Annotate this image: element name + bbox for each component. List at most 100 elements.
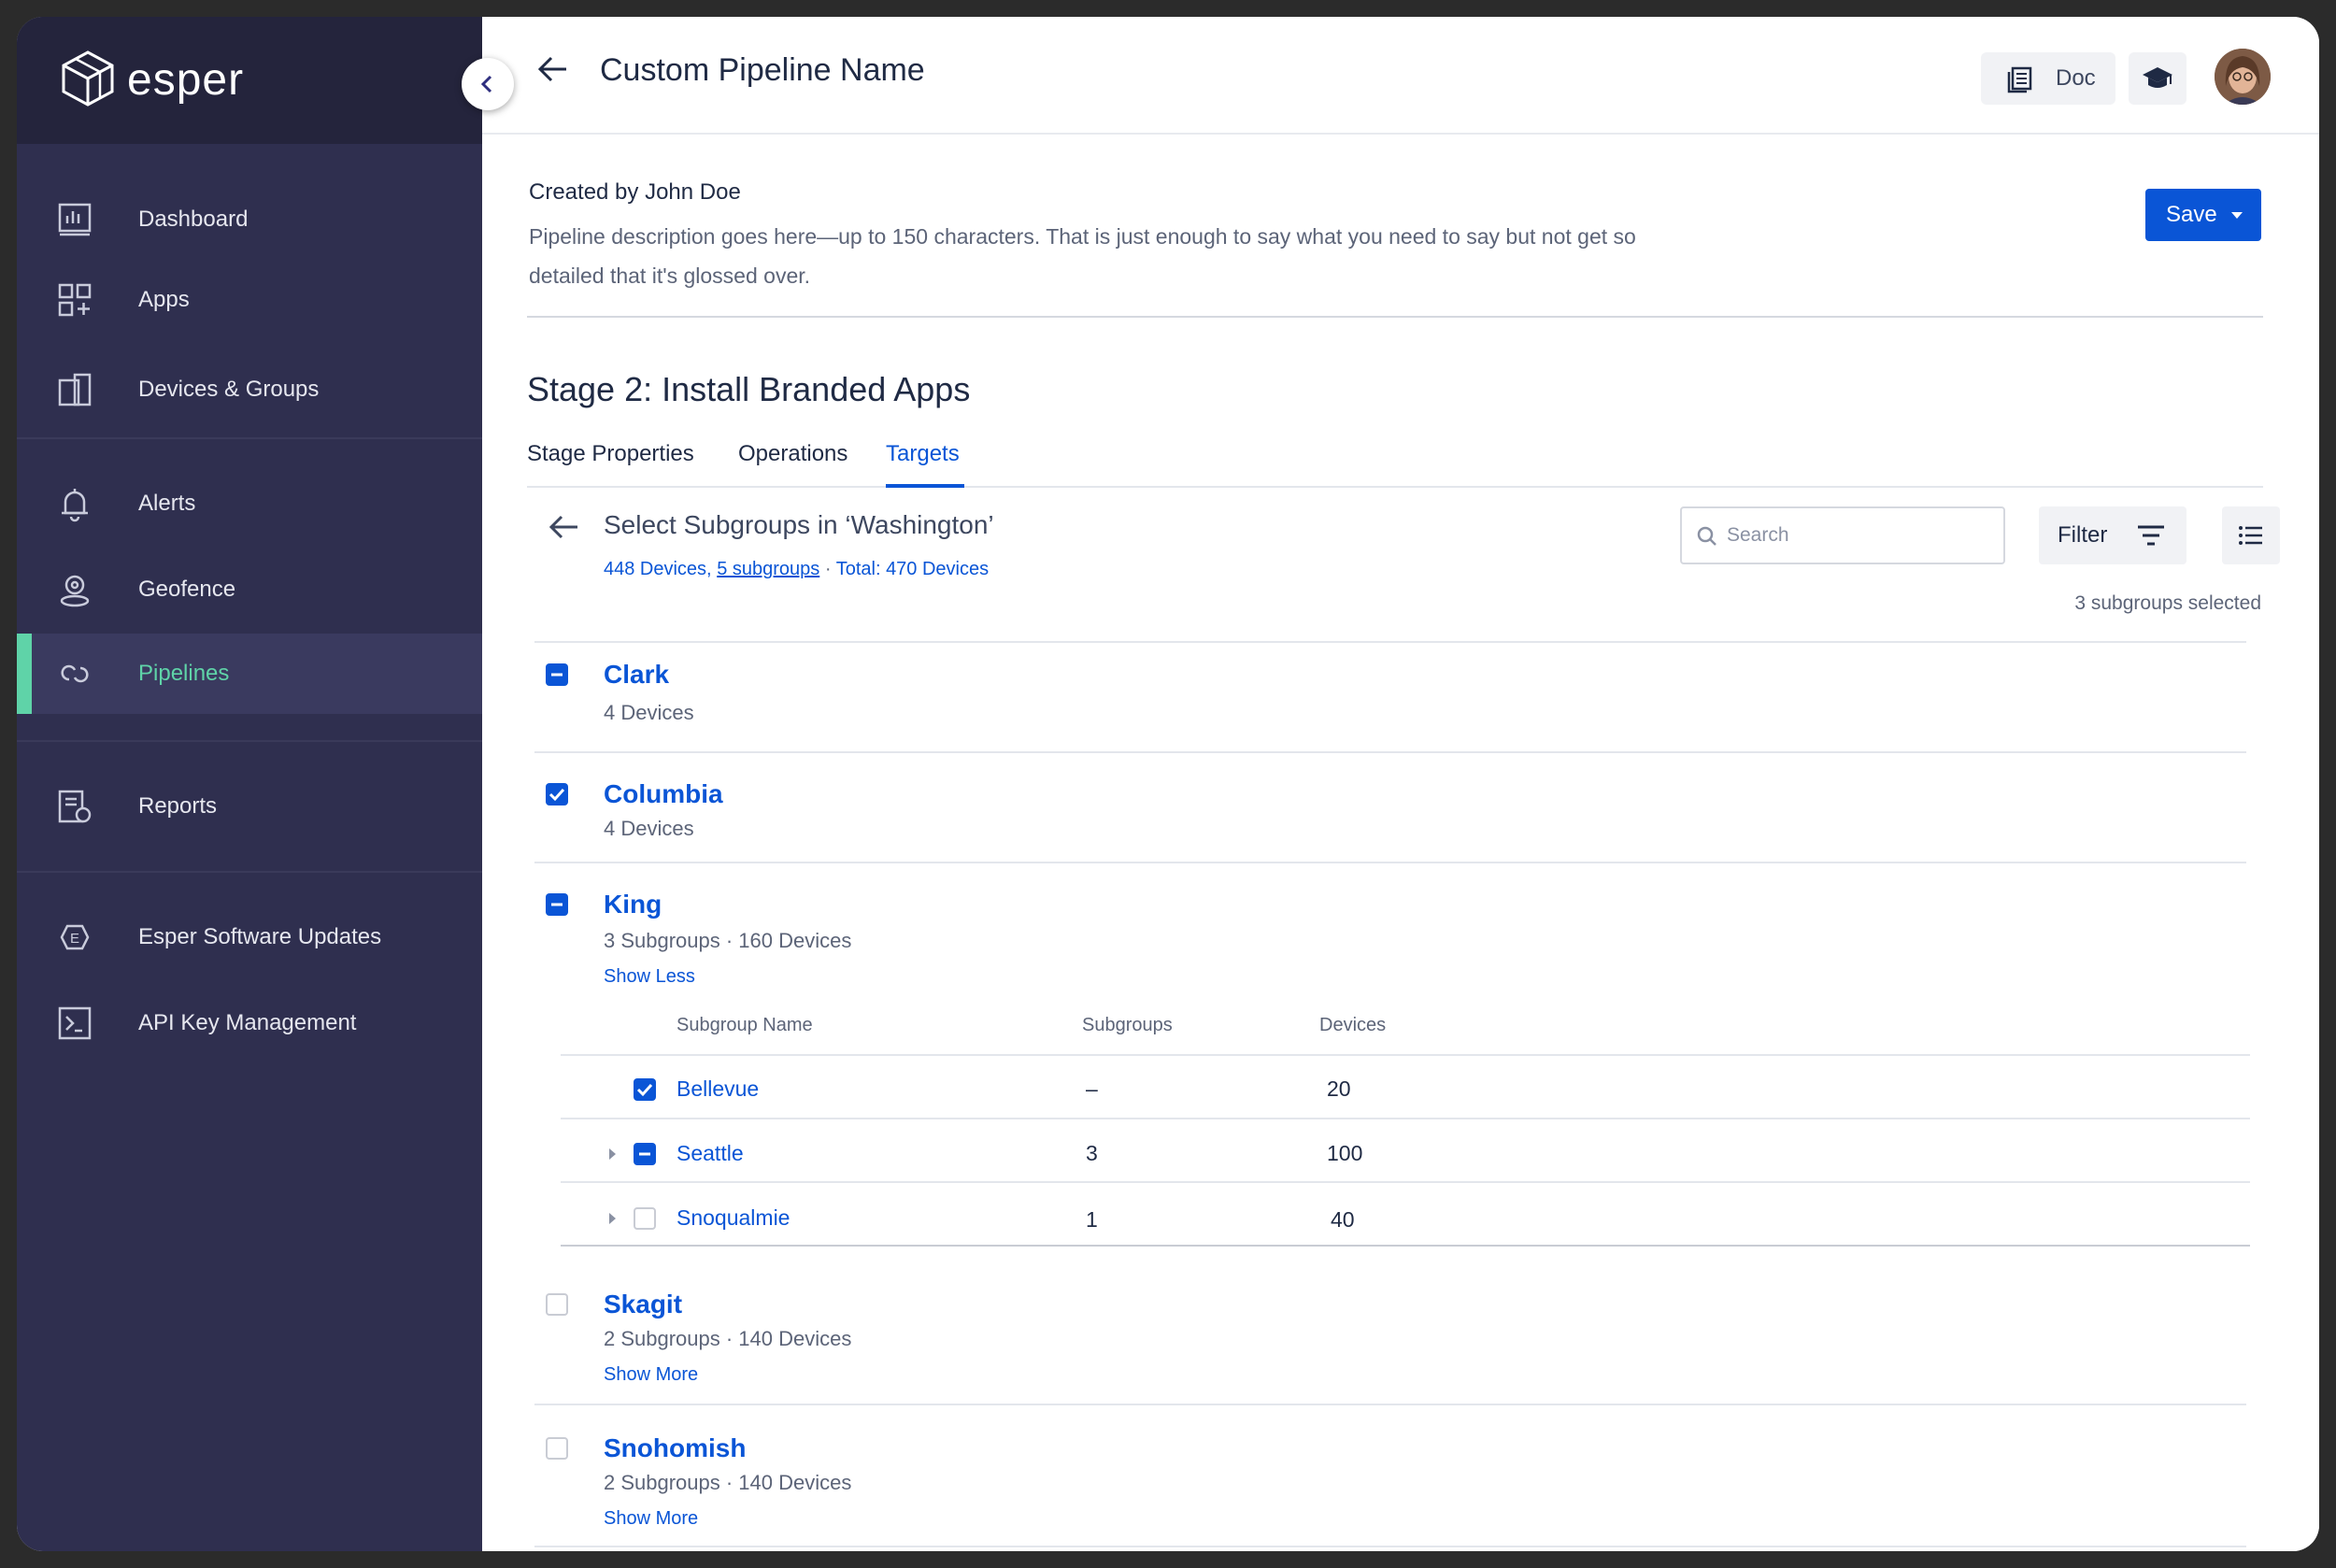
user-avatar[interactable] bbox=[2215, 49, 2271, 105]
row-divider bbox=[534, 751, 2246, 753]
software-updates-icon: E bbox=[60, 924, 90, 950]
sidebar-item-label: Alerts bbox=[138, 491, 196, 516]
group-checkbox-clark[interactable] bbox=[546, 663, 568, 686]
pipeline-description: Pipeline description goes here—up to 150… bbox=[529, 224, 1636, 288]
subgroup-count: 1 bbox=[1086, 1207, 1098, 1232]
show-less-link[interactable]: Show Less bbox=[604, 966, 695, 988]
device-count: 448 Devices, bbox=[604, 559, 712, 579]
subgroup-checkbox-bellevue[interactable] bbox=[634, 1078, 656, 1101]
search-box[interactable] bbox=[1680, 506, 2005, 564]
collapse-sidebar-button[interactable] bbox=[462, 58, 514, 110]
group-meta: 2 Subgroups · 140 Devices bbox=[604, 1327, 852, 1350]
device-count: 100 bbox=[1327, 1141, 1363, 1165]
subgroup-name[interactable]: Snoqualmie bbox=[677, 1205, 790, 1231]
sidebar-item-geofence[interactable]: Geofence bbox=[17, 549, 482, 630]
search-icon bbox=[1697, 526, 1716, 546]
row-divider bbox=[561, 1181, 2250, 1183]
group-meta: 4 Devices bbox=[604, 817, 694, 840]
group-meta: 2 Subgroups · 140 Devices bbox=[604, 1471, 852, 1494]
sidebar-item-reports[interactable]: Reports bbox=[17, 766, 482, 847]
row-divider bbox=[561, 1054, 2250, 1056]
dashboard-icon bbox=[58, 203, 92, 236]
brand-name: esper bbox=[127, 55, 245, 105]
row-divider bbox=[534, 862, 2246, 863]
group-name[interactable]: Clark bbox=[604, 660, 669, 690]
checkmark-icon bbox=[548, 788, 565, 802]
checkmark-icon bbox=[636, 1083, 653, 1097]
active-indicator bbox=[17, 634, 32, 714]
group-name[interactable]: Snohomish bbox=[604, 1433, 746, 1463]
list-view-button[interactable] bbox=[2222, 506, 2280, 564]
created-by: Created by John Doe bbox=[529, 179, 741, 205]
indeterminate-icon bbox=[639, 1152, 650, 1156]
esper-logo-icon bbox=[62, 50, 114, 107]
group-checkbox-skagit[interactable] bbox=[546, 1293, 568, 1316]
sidebar-item-devices-groups[interactable]: Devices & Groups bbox=[17, 349, 482, 430]
doc-button[interactable]: Doc bbox=[1981, 52, 2115, 105]
stage-title: Stage 2: Install Branded Apps bbox=[527, 370, 971, 408]
sidebar: esper Dashboard Apps Devices & Groups Al… bbox=[17, 17, 482, 1551]
subgroups-link[interactable]: 5 subgroups bbox=[717, 559, 819, 579]
group-checkbox-king[interactable] bbox=[546, 893, 568, 916]
main-content: Created by John Doe Pipeline description… bbox=[482, 136, 2319, 1551]
sidebar-item-dashboard[interactable]: Dashboard bbox=[17, 179, 482, 260]
column-header-subgroup-name: Subgroup Name bbox=[677, 1015, 813, 1035]
sidebar-item-label: API Key Management bbox=[138, 1010, 357, 1035]
sidebar-item-label: Esper Software Updates bbox=[138, 924, 382, 949]
group-checkbox-columbia[interactable] bbox=[546, 783, 568, 805]
sidebar-item-apps[interactable]: Apps bbox=[17, 260, 482, 340]
expand-arrow-icon[interactable] bbox=[609, 1213, 616, 1224]
targets-stats: 448 Devices, 5 subgroups · Total: 470 De… bbox=[604, 559, 989, 580]
document-icon bbox=[2007, 66, 2032, 93]
group-name[interactable]: Columbia bbox=[604, 779, 723, 809]
column-header-devices: Devices bbox=[1319, 1015, 1387, 1035]
group-meta: 3 Subgroups · 160 Devices bbox=[604, 929, 852, 952]
doc-button-label: Doc bbox=[2056, 65, 2096, 91]
search-input[interactable] bbox=[1727, 521, 1988, 549]
filter-button-label: Filter bbox=[2058, 522, 2108, 548]
subgroup-name[interactable]: Seattle bbox=[677, 1141, 744, 1166]
sidebar-item-api-key-management[interactable]: API Key Management bbox=[17, 983, 482, 1063]
save-button[interactable]: Save bbox=[2145, 189, 2261, 241]
sidebar-item-alerts[interactable]: Alerts bbox=[17, 463, 482, 544]
back-arrow-icon[interactable] bbox=[548, 510, 581, 544]
device-count: 20 bbox=[1327, 1076, 1351, 1101]
stage-tabs: Stage Properties Operations Targets bbox=[527, 435, 2263, 488]
terminal-icon bbox=[58, 1006, 92, 1040]
group-name[interactable]: Skagit bbox=[604, 1290, 682, 1319]
filter-button[interactable]: Filter bbox=[2039, 506, 2186, 564]
selected-count: 3 subgroups selected bbox=[2074, 592, 2261, 614]
subgroup-name[interactable]: Bellevue bbox=[677, 1076, 759, 1102]
list-icon bbox=[2239, 526, 2262, 545]
row-divider bbox=[534, 641, 2246, 643]
show-more-link[interactable]: Show More bbox=[604, 1364, 698, 1386]
sidebar-item-label: Devices & Groups bbox=[138, 377, 320, 402]
total-devices: Total: 470 Devices bbox=[835, 559, 990, 579]
brand-header: esper bbox=[17, 17, 482, 144]
row-divider bbox=[561, 1245, 2250, 1247]
subgroup-count: 3 bbox=[1086, 1141, 1098, 1165]
pipelines-icon bbox=[61, 664, 89, 683]
section-divider bbox=[527, 316, 2263, 318]
sidebar-item-label: Geofence bbox=[138, 577, 236, 602]
training-button[interactable] bbox=[2129, 52, 2186, 105]
tab-operations[interactable]: Operations bbox=[738, 441, 848, 467]
sidebar-item-esper-software-updates[interactable]: E Esper Software Updates bbox=[17, 897, 482, 977]
reports-icon bbox=[58, 790, 92, 823]
active-tab-indicator bbox=[886, 484, 964, 488]
graduation-cap-icon bbox=[2143, 67, 2172, 88]
sidebar-item-pipelines[interactable]: Pipelines bbox=[17, 634, 482, 714]
save-button-label: Save bbox=[2166, 202, 2217, 227]
group-checkbox-snohomish[interactable] bbox=[546, 1437, 568, 1460]
row-divider bbox=[561, 1118, 2250, 1119]
group-name[interactable]: King bbox=[604, 890, 662, 919]
tab-targets[interactable]: Targets bbox=[886, 441, 960, 467]
tab-stage-properties[interactable]: Stage Properties bbox=[527, 441, 694, 467]
show-more-link[interactable]: Show More bbox=[604, 1508, 698, 1530]
device-count: 40 bbox=[1331, 1207, 1355, 1232]
row-divider bbox=[534, 1404, 2246, 1405]
subgroup-checkbox-seattle[interactable] bbox=[634, 1143, 656, 1165]
back-arrow-icon[interactable] bbox=[534, 50, 572, 88]
subgroup-checkbox-snoqualmie[interactable] bbox=[634, 1207, 656, 1230]
expand-arrow-icon[interactable] bbox=[609, 1148, 616, 1160]
